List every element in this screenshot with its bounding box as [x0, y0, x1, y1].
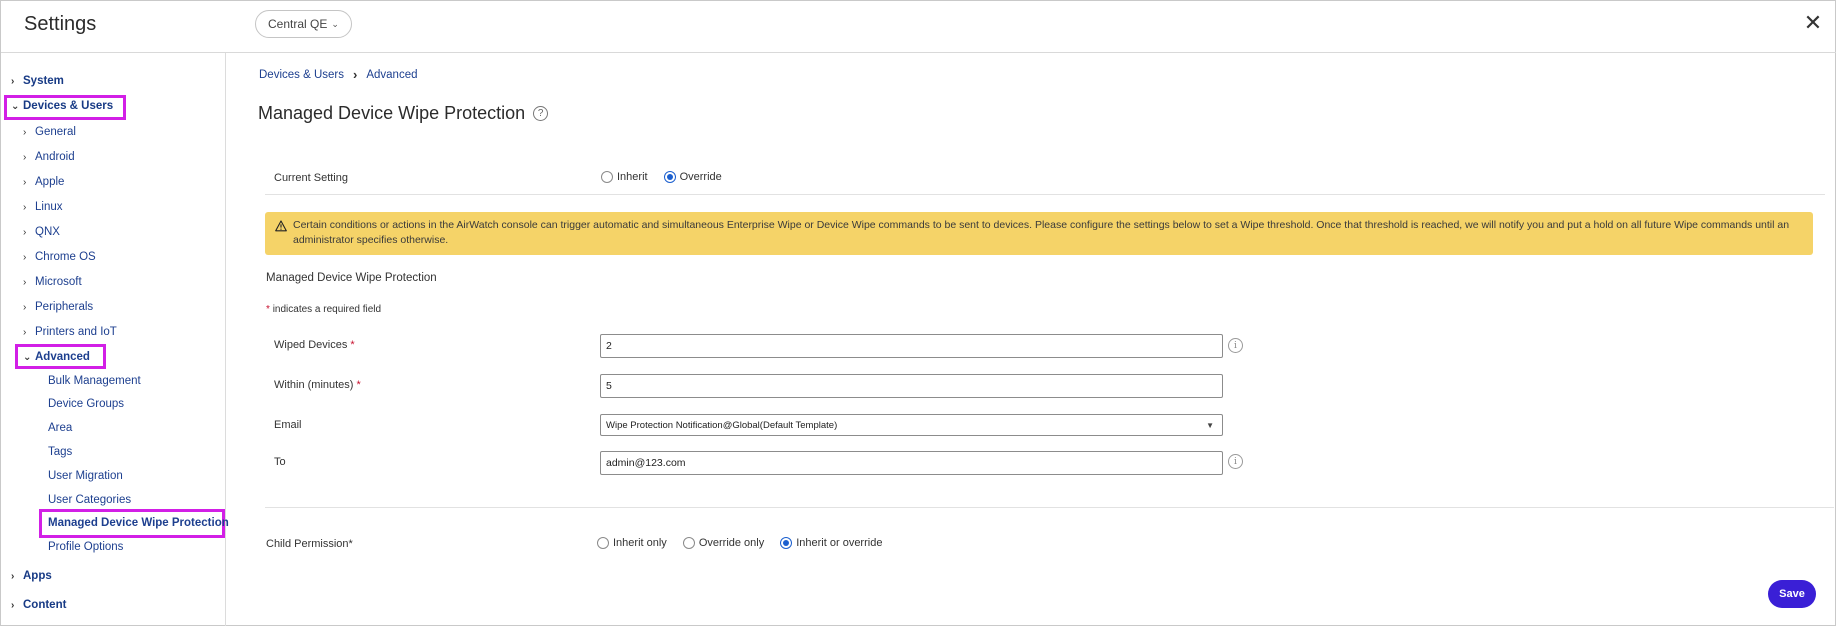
info-icon[interactable]: i: [1228, 454, 1243, 469]
radio-circle-selected[interactable]: [663, 171, 676, 183]
sidebar-item-qnx[interactable]: › QNX: [23, 226, 60, 238]
info-icon[interactable]: i: [1228, 338, 1243, 353]
chevron-down-icon: ⌄: [11, 101, 20, 112]
email-template-select[interactable]: Wipe Protection Notification@Global(Defa…: [600, 414, 1223, 436]
sidebar-item-microsoft[interactable]: › Microsoft: [23, 276, 82, 288]
help-icon[interactable]: ?: [533, 106, 549, 121]
chevron-right-icon: ›: [23, 152, 27, 163]
settings-window: Settings Central QE ⌄ ✕ › System ⌄ Devices…: [0, 0, 1836, 626]
chevron-right-icon: ›: [23, 252, 27, 263]
chevron-right-icon: ›: [23, 327, 27, 338]
sidebar-item-peripherals[interactable]: › Peripherals: [23, 301, 93, 313]
radio-override-only[interactable]: Override only: [682, 537, 764, 549]
sidebar-item-managed-wipe-protection[interactable]: Managed Device Wipe Protection: [48, 517, 229, 529]
radio-circle[interactable]: [597, 537, 609, 549]
radio-circle[interactable]: [601, 171, 613, 183]
sidebar-item-user-migration[interactable]: User Migration: [48, 470, 123, 482]
settings-header: Settings Central QE ⌄ ✕: [1, 1, 1836, 53]
divider: [265, 507, 1834, 508]
sidebar-item-tags[interactable]: Tags: [48, 446, 72, 458]
sidebar-item-area[interactable]: Area: [48, 422, 72, 434]
sidebar-item-devices-users[interactable]: ⌄ Devices & Users: [11, 100, 113, 112]
chevron-down-icon: ▼: [1206, 421, 1214, 430]
organization-selector[interactable]: Central QE ⌄: [255, 10, 352, 38]
child-permission-radio-group: Inherit only Override only Inherit or ov…: [597, 537, 892, 549]
child-permission-label: Child Permission*: [266, 538, 353, 550]
required-star: *: [266, 304, 270, 315]
close-icon[interactable]: ✕: [1802, 10, 1824, 35]
to-email-input[interactable]: admin@123.com: [600, 451, 1223, 475]
radio-inherit-or-override[interactable]: Inherit or override: [780, 537, 882, 549]
chevron-right-icon: ›: [23, 127, 27, 138]
page-title: Managed Device Wipe Protection ?: [258, 103, 549, 124]
email-label: Email: [274, 419, 302, 431]
sidebar-item-apps[interactable]: › Apps: [11, 570, 52, 582]
divider: [265, 194, 1825, 195]
radio-circle-selected[interactable]: [780, 537, 793, 549]
sidebar-item-profile-options[interactable]: Profile Options: [48, 541, 123, 553]
save-button[interactable]: Save: [1768, 580, 1816, 608]
sidebar-item-system[interactable]: › System: [11, 75, 64, 87]
chevron-right-icon: ›: [23, 202, 27, 213]
radio-circle[interactable]: [682, 537, 695, 549]
radio-override[interactable]: Override: [663, 171, 722, 183]
warning-banner: Certain conditions or actions in the Air…: [265, 212, 1813, 255]
warning-icon: [275, 220, 287, 232]
sidebar-item-advanced[interactable]: ⌄ Advanced: [23, 351, 90, 363]
breadcrumb: Devices & Users › Advanced: [259, 67, 418, 82]
chevron-right-icon: ›: [23, 227, 27, 238]
sidebar-item-apple[interactable]: › Apple: [23, 176, 64, 188]
within-minutes-input[interactable]: 5: [600, 374, 1223, 398]
chevron-right-icon: ›: [353, 67, 358, 82]
chevron-right-icon: ›: [23, 277, 27, 288]
radio-inherit[interactable]: Inherit: [601, 171, 648, 183]
settings-sidebar: › System ⌄ Devices & Users › General › Andro…: [1, 53, 229, 626]
wiped-devices-input[interactable]: 2: [600, 334, 1223, 358]
email-template-value: Wipe Protection Notification@Global(Defa…: [606, 419, 838, 431]
radio-inherit-only[interactable]: Inherit only: [597, 537, 667, 549]
sidebar-item-general[interactable]: › General: [23, 126, 76, 138]
sidebar-item-chrome-os[interactable]: › Chrome OS: [23, 251, 96, 263]
organization-selector-label: Central QE: [268, 17, 328, 31]
to-label: To: [274, 456, 286, 468]
chevron-right-icon: ›: [23, 177, 27, 188]
chevron-right-icon: ›: [23, 302, 27, 313]
chevron-down-icon: ⌄: [331, 18, 339, 29]
section-title: Managed Device Wipe Protection: [266, 272, 437, 284]
within-minutes-label: Within (minutes) *: [274, 379, 361, 391]
app-title: Settings: [24, 13, 97, 35]
sidebar-item-printers-iot[interactable]: › Printers and IoT: [23, 326, 117, 338]
sidebar-item-android[interactable]: › Android: [23, 151, 75, 163]
chevron-right-icon: ›: [11, 600, 15, 611]
sidebar-item-user-categories[interactable]: User Categories: [48, 494, 131, 506]
sidebar-item-bulk-management[interactable]: Bulk Management: [48, 375, 141, 387]
warning-text: Certain conditions or actions in the Air…: [293, 219, 1790, 246]
chevron-right-icon: ›: [11, 571, 15, 582]
sidebar-item-linux[interactable]: › Linux: [23, 201, 63, 213]
current-setting-label: Current Setting: [274, 172, 348, 184]
current-setting-radio-group: Inherit Override: [601, 171, 732, 183]
page-title-text: Managed Device Wipe Protection: [258, 103, 526, 123]
breadcrumb-devices-users[interactable]: Devices & Users: [259, 69, 344, 81]
chevron-right-icon: ›: [11, 76, 15, 87]
required-note: * indicates a required field: [266, 304, 382, 315]
breadcrumb-advanced[interactable]: Advanced: [366, 69, 417, 81]
sidebar-item-content[interactable]: › Content: [11, 599, 66, 611]
chevron-down-icon: ⌄: [23, 352, 32, 363]
wiped-devices-label: Wiped Devices *: [274, 339, 355, 351]
sidebar-item-device-groups[interactable]: Device Groups: [48, 398, 124, 410]
